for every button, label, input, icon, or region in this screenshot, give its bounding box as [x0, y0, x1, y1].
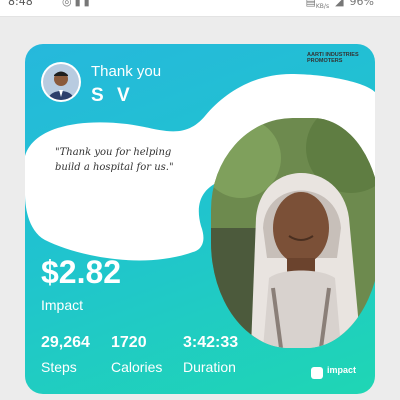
cell-signal-icon: ◢: [335, 0, 344, 8]
impact-card: Thank you S V AARTI INDUSTRIES PROMOTERS…: [25, 44, 375, 394]
steps-stat: 29,264 Steps: [41, 334, 90, 375]
signal-icon: ▮▮: [74, 0, 93, 8]
impact-logo-icon: [311, 367, 323, 379]
duration-label: Duration: [183, 359, 236, 375]
impact-logo: impact: [311, 364, 363, 384]
status-bar: 8:48 ◎▮▮ ▤KB/s ◢ 96%: [0, 0, 400, 17]
whatsapp-icon: ◎: [62, 0, 75, 8]
org-name: AARTI INDUSTRIES PROMOTERS: [307, 52, 359, 64]
status-time: 8:48: [8, 0, 33, 8]
duration-stat: 3:42:33 Duration: [183, 334, 238, 375]
impact-logo-text: impact: [327, 365, 357, 375]
network-speed-icon: ▤KB/s: [305, 0, 330, 10]
battery-level: 96%: [349, 0, 374, 8]
calories-value: 1720: [111, 334, 147, 351]
steps-label: Steps: [41, 359, 77, 375]
notification-icons: ◎▮▮: [62, 0, 93, 8]
donor-name: S V: [91, 85, 134, 106]
donor-avatar[interactable]: [41, 62, 81, 102]
calories-stat: 1720 Calories: [111, 334, 162, 375]
duration-value: 3:42:33: [183, 334, 239, 351]
calories-label: Calories: [111, 359, 163, 375]
steps-value: 29,264: [41, 334, 90, 351]
impact-amount: $2.82: [41, 254, 122, 290]
thank-you-quote: "Thank you for helping build a hospital …: [55, 147, 174, 173]
impact-label: Impact: [41, 297, 84, 313]
status-right: ▤KB/s ◢ 96%: [305, 0, 374, 10]
beneficiary-photo: [211, 118, 375, 348]
thank-you-label: Thank you: [91, 63, 162, 80]
